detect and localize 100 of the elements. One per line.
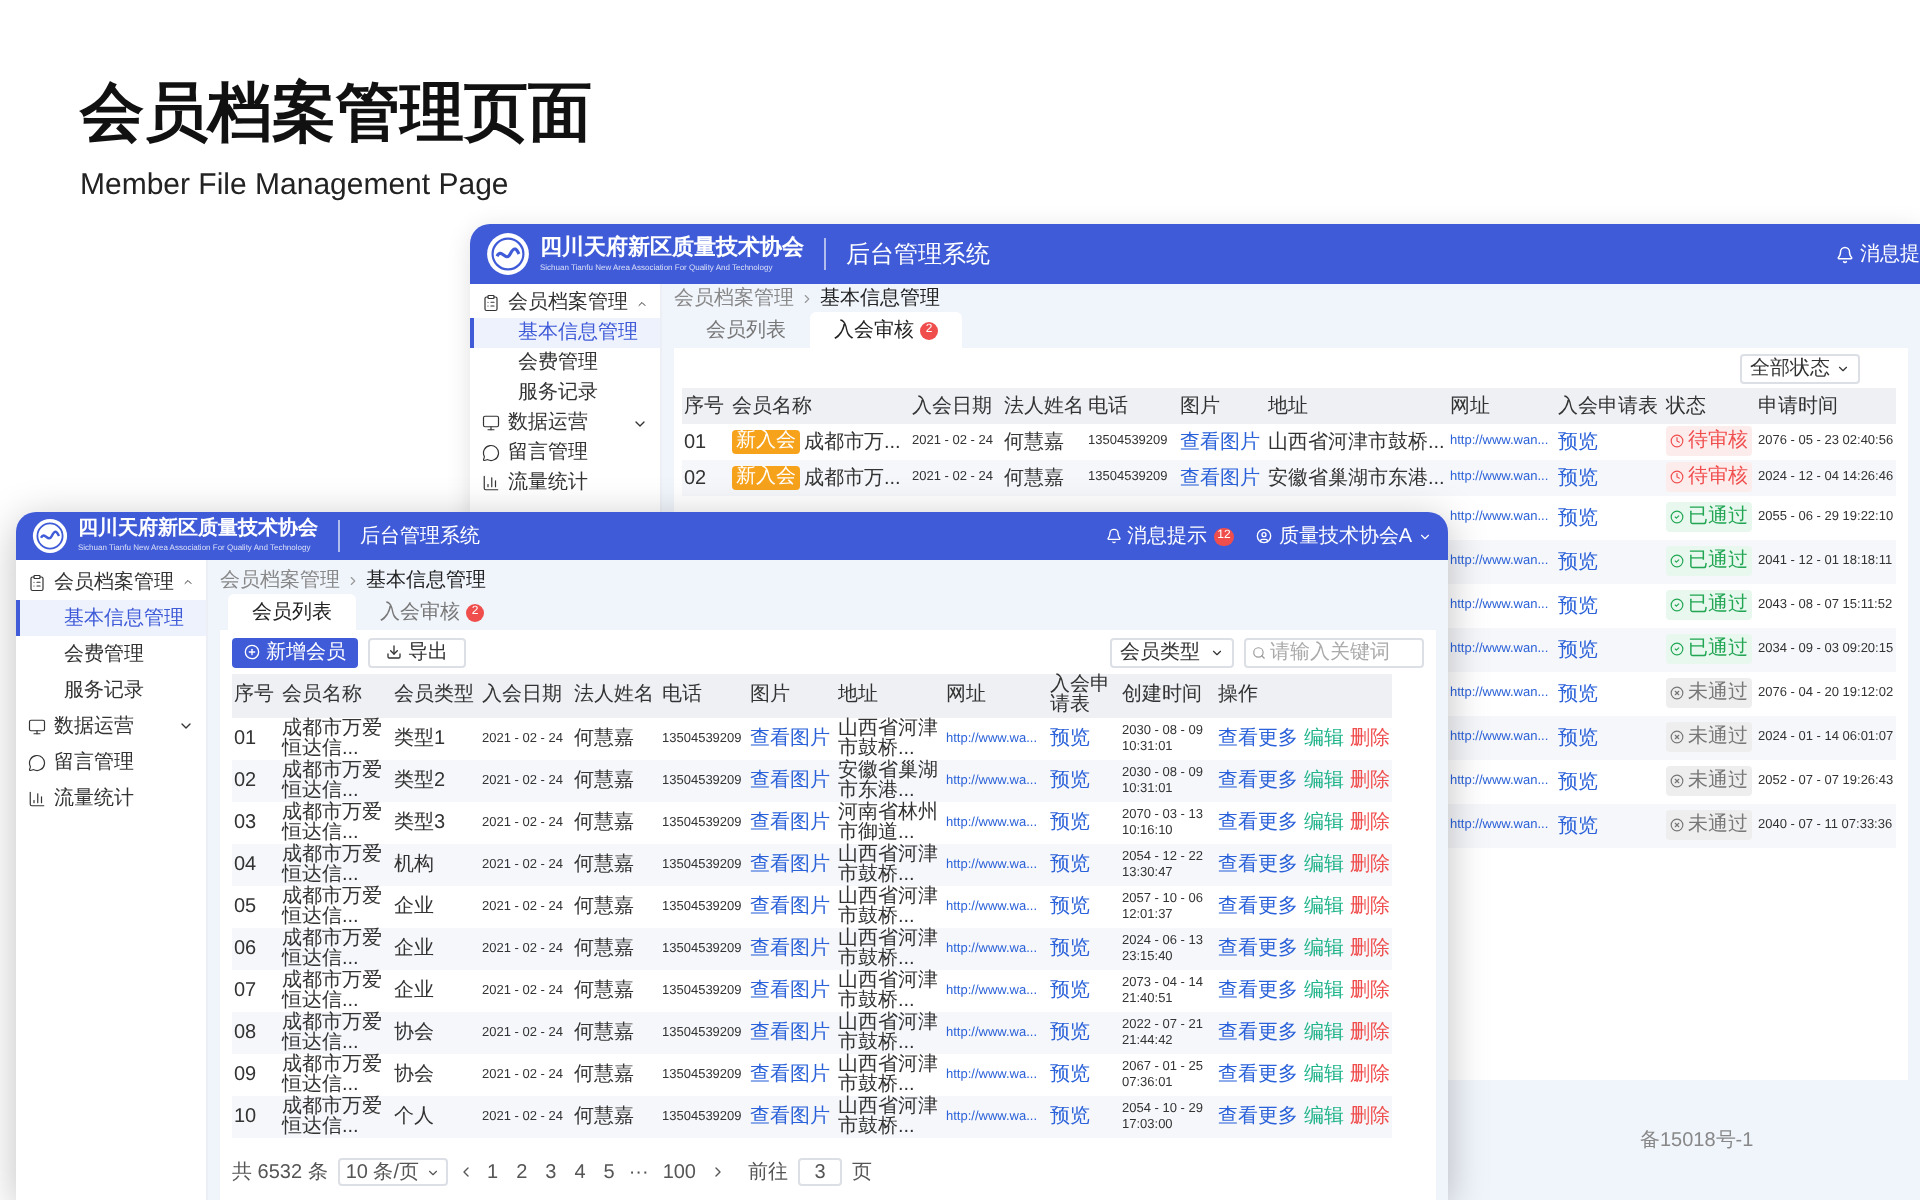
action-link[interactable]: 编辑 xyxy=(1304,981,1344,1001)
sidebar-subitem[interactable]: 会费管理 xyxy=(470,348,660,378)
sidebar-subitem[interactable]: 会费管理 xyxy=(16,636,206,672)
view-picture-link[interactable]: 查看图片 xyxy=(748,970,836,1012)
preview-link[interactable]: 预览 xyxy=(1556,672,1664,716)
search-field[interactable]: 请输入关键词 xyxy=(1244,637,1424,667)
view-picture-link[interactable]: 查看图片 xyxy=(748,1096,836,1138)
sidebar-subitem[interactable]: 基本信息管理 xyxy=(470,318,660,348)
action-link[interactable]: 删除 xyxy=(1350,1107,1390,1127)
preview-link[interactable]: 预览 xyxy=(1556,716,1664,760)
sidebar-item[interactable]: 留言管理 xyxy=(470,438,660,468)
preview-link[interactable]: 预览 xyxy=(1048,844,1120,886)
preview-link[interactable]: 预览 xyxy=(1556,804,1664,848)
next-page-icon[interactable] xyxy=(710,1164,726,1180)
sidebar-item[interactable]: 会员档案管理 xyxy=(470,288,660,318)
view-picture-link[interactable]: 查看图片 xyxy=(1178,424,1266,460)
sidebar-item[interactable]: 流量统计 xyxy=(16,780,206,816)
preview-link[interactable]: 预览 xyxy=(1048,718,1120,760)
sidebar-item[interactable]: 数据运营 xyxy=(16,708,206,744)
sidebar-subitem[interactable]: 服务记录 xyxy=(16,672,206,708)
action-link[interactable]: 查看更多 xyxy=(1218,981,1298,1001)
action-link[interactable]: 查看更多 xyxy=(1218,897,1298,917)
preview-link[interactable]: 预览 xyxy=(1048,970,1120,1012)
view-picture-link[interactable]: 查看图片 xyxy=(748,886,836,928)
breadcrumb-item[interactable]: 会员档案管理 xyxy=(674,283,794,313)
view-picture-link[interactable]: 查看图片 xyxy=(748,718,836,760)
view-picture-link[interactable]: 查看图片 xyxy=(748,802,836,844)
user-name[interactable]: 质量技术协会A xyxy=(1278,521,1412,551)
action-link[interactable]: 删除 xyxy=(1350,897,1390,917)
tab[interactable]: 会员列表 xyxy=(682,312,810,348)
preview-link[interactable]: 预览 xyxy=(1556,424,1664,460)
action-link[interactable]: 删除 xyxy=(1350,771,1390,791)
preview-link[interactable]: 预览 xyxy=(1048,802,1120,844)
action-link[interactable]: 删除 xyxy=(1350,855,1390,875)
clock-icon xyxy=(1670,434,1684,448)
action-link[interactable]: 查看更多 xyxy=(1218,1065,1298,1085)
action-link[interactable]: 删除 xyxy=(1350,729,1390,749)
sidebar-item[interactable]: 流量统计 xyxy=(470,468,660,498)
column-header: 图片 xyxy=(1178,388,1266,424)
action-link[interactable]: 查看更多 xyxy=(1218,1107,1298,1127)
column-header: 电话 xyxy=(660,674,748,718)
add-member-button[interactable]: 新增会员 xyxy=(232,637,358,667)
page-number[interactable]: 5 xyxy=(599,1157,619,1187)
sidebar-item[interactable]: 会员档案管理 xyxy=(16,564,206,600)
notice-link[interactable]: 消息提示 xyxy=(1127,521,1208,551)
sidebar-item[interactable]: 留言管理 xyxy=(16,744,206,780)
sidebar-item[interactable]: 数据运营 xyxy=(470,408,660,438)
action-link[interactable]: 编辑 xyxy=(1304,813,1344,833)
preview-link[interactable]: 预览 xyxy=(1556,540,1664,584)
action-link[interactable]: 编辑 xyxy=(1304,897,1344,917)
table-cell: 07 xyxy=(232,970,280,1012)
action-link[interactable]: 编辑 xyxy=(1304,729,1344,749)
action-link[interactable]: 查看更多 xyxy=(1218,729,1298,749)
action-link[interactable]: 查看更多 xyxy=(1218,813,1298,833)
preview-link[interactable]: 预览 xyxy=(1556,460,1664,496)
column-header: 入会日期 xyxy=(480,674,572,718)
tab[interactable]: 会员列表 xyxy=(228,594,356,630)
page-number[interactable]: 2 xyxy=(512,1157,532,1187)
preview-link[interactable]: 预览 xyxy=(1048,1012,1120,1054)
preview-link[interactable]: 预览 xyxy=(1048,886,1120,928)
page-number[interactable]: 1 xyxy=(483,1157,503,1187)
action-link[interactable]: 删除 xyxy=(1350,939,1390,959)
member-name: 成都市万... xyxy=(804,429,901,457)
view-picture-link[interactable]: 查看图片 xyxy=(1178,460,1266,496)
action-link[interactable]: 编辑 xyxy=(1304,1065,1344,1085)
action-link[interactable]: 查看更多 xyxy=(1218,771,1298,791)
breadcrumb-item[interactable]: 会员档案管理 xyxy=(220,565,340,595)
export-button[interactable]: 导出 xyxy=(368,637,466,667)
type-select[interactable]: 会员类型 xyxy=(1110,637,1234,667)
preview-link[interactable]: 预览 xyxy=(1556,584,1664,628)
page-number[interactable]: 3 xyxy=(541,1157,561,1187)
action-link[interactable]: 删除 xyxy=(1350,1023,1390,1043)
page-number[interactable]: 100 xyxy=(658,1157,700,1187)
notice-link[interactable]: 消息提 xyxy=(1860,239,1920,269)
page-size-select[interactable]: 10 条/页 xyxy=(337,1158,447,1186)
preview-link[interactable]: 预览 xyxy=(1556,496,1664,540)
view-picture-link[interactable]: 查看图片 xyxy=(748,844,836,886)
action-link[interactable]: 删除 xyxy=(1350,1065,1390,1085)
action-link[interactable]: 删除 xyxy=(1350,981,1390,1001)
preview-link[interactable]: 预览 xyxy=(1048,928,1120,970)
page-number[interactable]: 4 xyxy=(570,1157,590,1187)
monitor-icon xyxy=(482,414,500,432)
preview-link[interactable]: 预览 xyxy=(1556,628,1664,672)
sidebar-subitem[interactable]: 服务记录 xyxy=(470,378,660,408)
breadcrumb-item: 基本信息管理 xyxy=(820,285,940,313)
view-picture-link[interactable]: 查看图片 xyxy=(748,928,836,970)
view-picture-link[interactable]: 查看图片 xyxy=(748,1012,836,1054)
preview-link[interactable]: 预览 xyxy=(1048,1096,1120,1138)
view-picture-link[interactable]: 查看图片 xyxy=(748,760,836,802)
action-link[interactable]: 查看更多 xyxy=(1218,855,1298,875)
preview-link[interactable]: 预览 xyxy=(1048,1054,1120,1096)
action-link[interactable]: 查看更多 xyxy=(1218,1023,1298,1043)
page-input[interactable]: 3 xyxy=(798,1158,842,1186)
view-picture-link[interactable]: 查看图片 xyxy=(748,1054,836,1096)
preview-link[interactable]: 预览 xyxy=(1048,760,1120,802)
sidebar-subitem[interactable]: 基本信息管理 xyxy=(16,600,206,636)
action-link[interactable]: 查看更多 xyxy=(1218,939,1298,959)
status-select[interactable]: 全部状态 xyxy=(1740,353,1860,383)
action-link[interactable]: 删除 xyxy=(1350,813,1390,833)
preview-link[interactable]: 预览 xyxy=(1556,760,1664,804)
